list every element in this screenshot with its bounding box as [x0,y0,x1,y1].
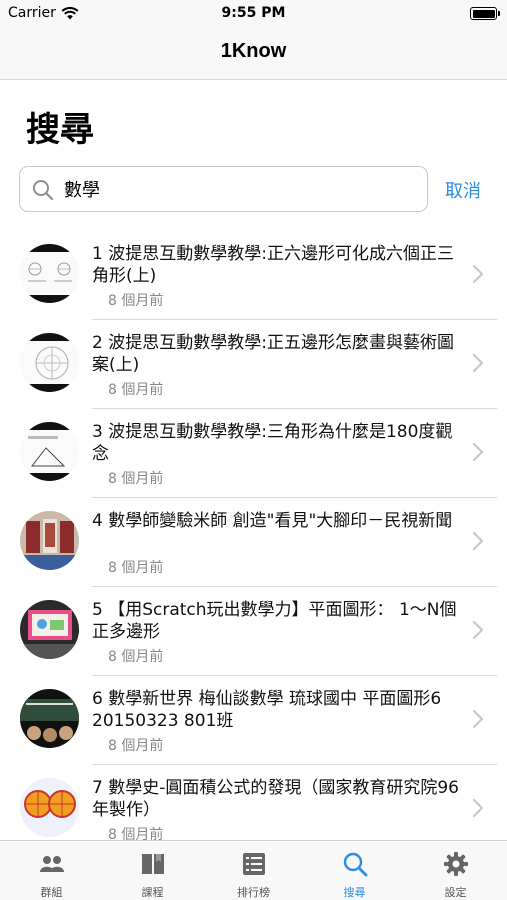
video-thumbnail [20,600,79,659]
tab-ranking[interactable]: 排行榜 [203,841,304,900]
navigation-bar: Carrier 9:55 PM 1Know [0,0,507,80]
item-title: 7 數學史-圓面積公式的發現（國家教育研究院96年製作） [92,778,459,820]
status-bar: Carrier 9:55 PM [0,0,507,28]
item-time: 8 個月前 [108,827,164,840]
book-icon [142,854,164,874]
list-item[interactable]: 2 波提思互動數學教學:正五邊形怎麼畫與藝術圖案(上) 8 個月前 [0,320,507,409]
group-icon [40,856,64,872]
tab-bar: 群組 課程 排行榜 搜尋 設定 [0,840,507,900]
list-icon [243,853,265,875]
item-time: 8 個月前 [108,560,164,576]
chevron-right-icon [472,798,484,818]
tab-label: 設定 [444,886,467,899]
video-thumbnail [20,778,79,837]
app-title: 1Know [220,40,287,62]
item-time: 8 個月前 [108,382,164,398]
item-title: 1 波提思互動數學教學:正六邊形可化成六個正三角形(上) [92,244,454,286]
search-icon [343,852,368,877]
battery-icon [470,7,500,20]
list-item[interactable]: 1 波提思互動數學教學:正六邊形可化成六個正三角形(上) 8 個月前 [0,231,507,320]
chevron-right-icon [472,442,484,462]
item-time: 8 個月前 [108,649,164,665]
status-time: 9:55 PM [221,5,286,21]
page-title: 搜尋 [26,110,94,150]
tab-search[interactable]: 搜尋 [304,841,405,900]
search-row: 取消 [19,166,494,212]
chevron-right-icon [472,264,484,284]
item-title: 5 【用Scratch玩出數學力】平面圖形： 1～N個正多邊形 [92,600,457,642]
item-title: 6 數學新世界 梅仙談數學 琉球國中 平面圖形6 20150323 801班 [92,689,442,731]
item-time: 8 個月前 [108,293,164,309]
chevron-right-icon [472,531,484,551]
chevron-right-icon [472,709,484,729]
tab-label: 課程 [141,886,164,899]
results-list: 1 波提思互動數學教學:正六邊形可化成六個正三角形(上) 8 個月前 2 波提思… [0,231,507,840]
video-thumbnail [20,333,79,392]
list-item[interactable]: 5 【用Scratch玩出數學力】平面圖形： 1～N個正多邊形 8 個月前 [0,587,507,676]
cancel-button[interactable]: 取消 [445,177,481,203]
list-item[interactable]: 4 數學師變驗米師 創造"看見"大腳印－民視新聞 8 個月前 [0,498,507,587]
item-title: 4 數學師變驗米師 創造"看見"大腳印－民視新聞 [92,511,453,531]
gear-icon [444,852,468,876]
item-time: 8 個月前 [108,471,164,487]
item-time: 8 個月前 [108,738,164,754]
item-title: 2 波提思互動數學教學:正五邊形怎麼畫與藝術圖案(上) [92,333,454,375]
item-title: 3 波提思互動數學教學:三角形為什麼是180度觀念 [92,422,453,464]
video-thumbnail [20,422,79,481]
video-thumbnail [20,689,79,748]
tab-label: 搜尋 [343,886,366,899]
list-item[interactable]: 3 波提思互動數學教學:三角形為什麼是180度觀念 8 個月前 [0,409,507,498]
video-thumbnail [20,511,79,570]
search-icon [33,180,54,201]
search-input[interactable] [64,167,419,211]
video-thumbnail [20,244,79,303]
tab-settings[interactable]: 設定 [405,841,506,900]
tab-course[interactable]: 課程 [102,841,203,900]
tab-label: 群組 [40,886,63,899]
chevron-right-icon [472,620,484,640]
chevron-right-icon [472,353,484,373]
search-box[interactable] [19,166,428,212]
tab-group[interactable]: 群組 [1,841,102,900]
tab-label: 排行榜 [237,886,270,899]
list-item[interactable]: 6 數學新世界 梅仙談數學 琉球國中 平面圖形6 20150323 801班 8… [0,676,507,765]
list-item[interactable]: 7 數學史-圓面積公式的發現（國家教育研究院96年製作） 8 個月前 [0,765,507,840]
